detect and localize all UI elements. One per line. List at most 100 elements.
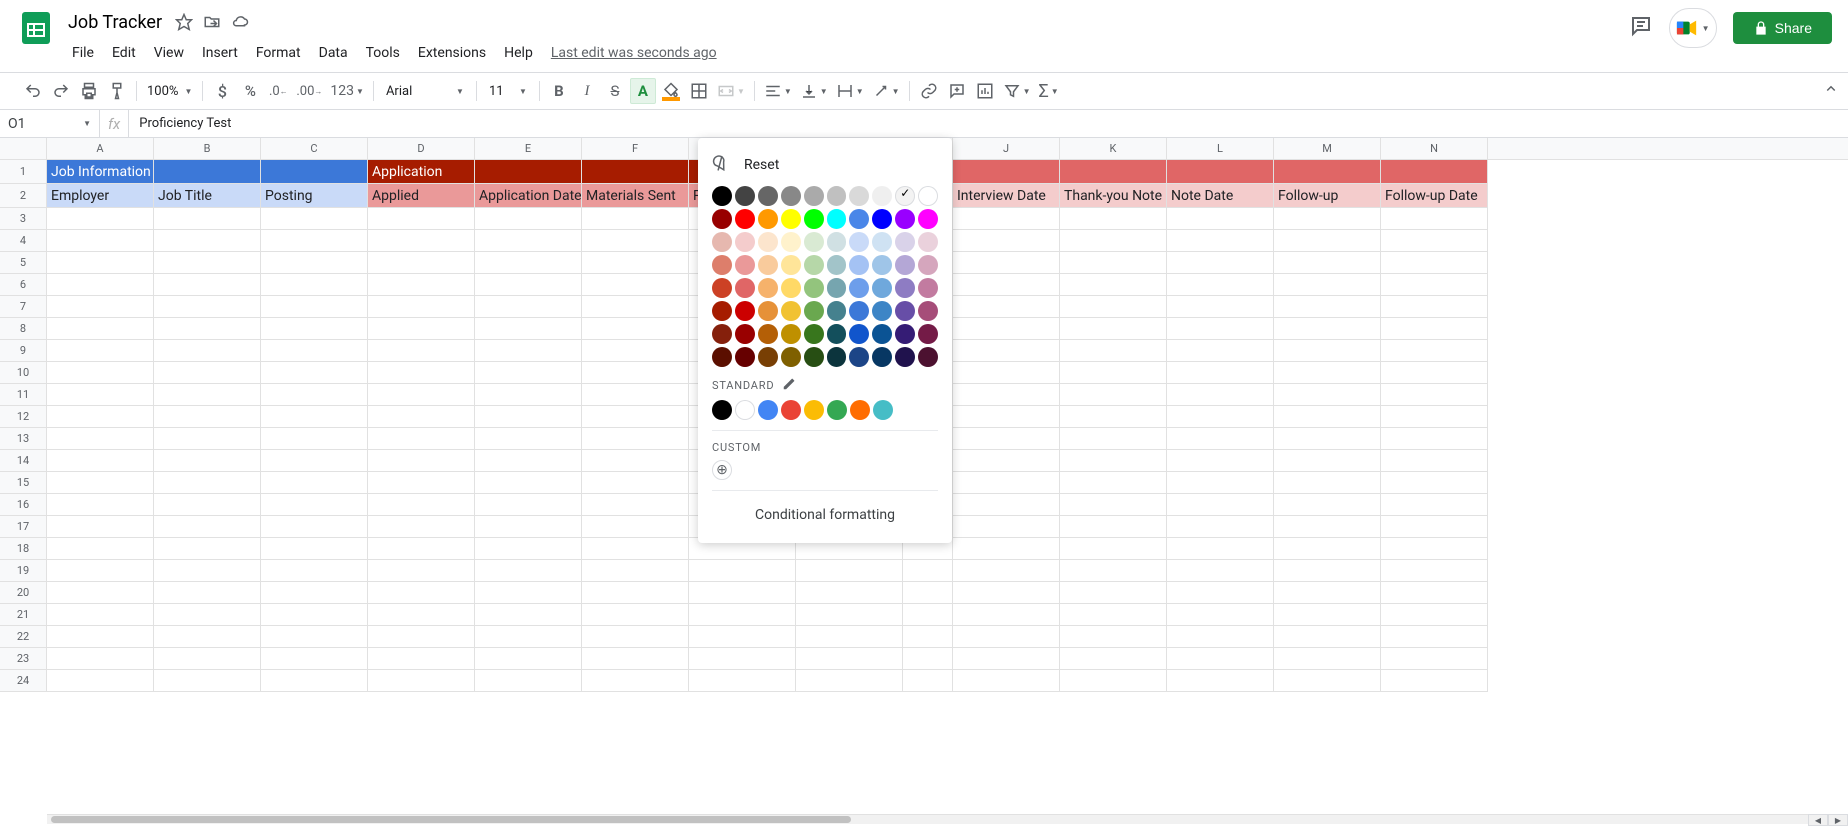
col-header[interactable]: F xyxy=(582,138,689,159)
cell[interactable] xyxy=(1167,582,1274,604)
cell[interactable] xyxy=(368,362,475,384)
cell[interactable] xyxy=(154,160,261,184)
cell[interactable] xyxy=(475,428,582,450)
horizontal-scrollbar[interactable] xyxy=(47,814,1848,824)
cell[interactable] xyxy=(475,252,582,274)
cell[interactable] xyxy=(261,538,368,560)
cell[interactable] xyxy=(953,252,1060,274)
cell[interactable] xyxy=(261,160,368,184)
cell[interactable] xyxy=(154,340,261,362)
menu-file[interactable]: File xyxy=(64,41,102,65)
color-swatch[interactable] xyxy=(872,209,892,229)
horizontal-align-button[interactable]: ▼ xyxy=(761,78,795,104)
cell[interactable] xyxy=(47,340,154,362)
cell[interactable] xyxy=(368,516,475,538)
cell[interactable] xyxy=(154,362,261,384)
cell[interactable] xyxy=(475,516,582,538)
cell[interactable]: Posting xyxy=(261,184,368,208)
cell[interactable]: Materials Sent xyxy=(582,184,689,208)
color-swatch[interactable] xyxy=(849,232,869,252)
sheet-nav-left[interactable]: ◀ xyxy=(1808,814,1828,826)
cell[interactable] xyxy=(1381,604,1488,626)
cell[interactable] xyxy=(1274,384,1381,406)
cell[interactable] xyxy=(1167,230,1274,252)
cell[interactable] xyxy=(582,296,689,318)
cell[interactable] xyxy=(47,538,154,560)
cell[interactable] xyxy=(953,274,1060,296)
color-swatch[interactable] xyxy=(849,255,869,275)
cell[interactable] xyxy=(1274,626,1381,648)
cell[interactable] xyxy=(796,648,903,670)
color-swatch[interactable] xyxy=(849,186,869,206)
cell[interactable] xyxy=(47,472,154,494)
expand-toolbar-icon[interactable] xyxy=(1822,80,1840,102)
print-button[interactable] xyxy=(76,78,102,104)
cell[interactable] xyxy=(1274,406,1381,428)
col-header[interactable]: J xyxy=(953,138,1060,159)
cell[interactable] xyxy=(582,230,689,252)
row-header[interactable]: 4 xyxy=(0,230,47,252)
cell[interactable] xyxy=(1060,318,1167,340)
cell[interactable] xyxy=(261,340,368,362)
cell[interactable] xyxy=(368,472,475,494)
cell[interactable] xyxy=(368,582,475,604)
increase-decimal-button[interactable]: .00→ xyxy=(293,78,325,104)
cell[interactable] xyxy=(953,604,1060,626)
cell[interactable] xyxy=(953,494,1060,516)
cell[interactable] xyxy=(261,648,368,670)
cell[interactable] xyxy=(368,318,475,340)
color-swatch[interactable] xyxy=(804,347,824,367)
color-swatch[interactable] xyxy=(827,278,847,298)
cell[interactable] xyxy=(1167,604,1274,626)
cell[interactable] xyxy=(903,560,953,582)
cell[interactable] xyxy=(475,406,582,428)
color-swatch[interactable] xyxy=(712,209,732,229)
cell[interactable] xyxy=(1381,208,1488,230)
row-header[interactable]: 23 xyxy=(0,648,47,670)
cell[interactable] xyxy=(47,274,154,296)
font-size-select[interactable]: 11▼ xyxy=(483,82,533,101)
cell[interactable]: Application Date xyxy=(475,184,582,208)
col-header[interactable]: E xyxy=(475,138,582,159)
cell[interactable] xyxy=(1274,472,1381,494)
cell[interactable] xyxy=(582,494,689,516)
cell[interactable] xyxy=(1167,450,1274,472)
color-swatch[interactable] xyxy=(804,278,824,298)
cell[interactable] xyxy=(1060,538,1167,560)
cell[interactable] xyxy=(1167,274,1274,296)
cell[interactable] xyxy=(953,340,1060,362)
cell[interactable] xyxy=(582,472,689,494)
cell[interactable]: Interview Date xyxy=(953,184,1060,208)
color-swatch[interactable] xyxy=(872,186,892,206)
cell[interactable] xyxy=(261,252,368,274)
cell[interactable] xyxy=(154,582,261,604)
cell[interactable] xyxy=(1167,648,1274,670)
cell[interactable] xyxy=(1274,208,1381,230)
menu-edit[interactable]: Edit xyxy=(104,41,144,65)
reset-color-button[interactable]: Reset xyxy=(712,148,938,186)
cell[interactable] xyxy=(261,582,368,604)
color-swatch[interactable] xyxy=(849,324,869,344)
cell[interactable] xyxy=(582,208,689,230)
row-header[interactable]: 20 xyxy=(0,582,47,604)
cell[interactable] xyxy=(1167,472,1274,494)
cell[interactable] xyxy=(582,160,689,184)
cell[interactable]: Employer xyxy=(47,184,154,208)
cell[interactable] xyxy=(368,340,475,362)
cell[interactable] xyxy=(582,560,689,582)
row-header[interactable]: 21 xyxy=(0,604,47,626)
color-swatch[interactable] xyxy=(804,324,824,344)
select-all-corner[interactable] xyxy=(0,138,47,159)
cell[interactable] xyxy=(47,560,154,582)
add-custom-color-button[interactable]: ⊕ xyxy=(712,460,732,480)
cell[interactable] xyxy=(1274,160,1381,184)
merge-cells-button[interactable]: ▼ xyxy=(714,78,748,104)
cell[interactable] xyxy=(1060,648,1167,670)
conditional-formatting-button[interactable]: Conditional formatting xyxy=(712,501,938,529)
cell[interactable] xyxy=(1060,428,1167,450)
cell[interactable]: Job Information xyxy=(47,160,154,184)
cell[interactable] xyxy=(368,538,475,560)
cell[interactable] xyxy=(154,252,261,274)
color-swatch[interactable] xyxy=(872,324,892,344)
cell[interactable] xyxy=(1381,274,1488,296)
